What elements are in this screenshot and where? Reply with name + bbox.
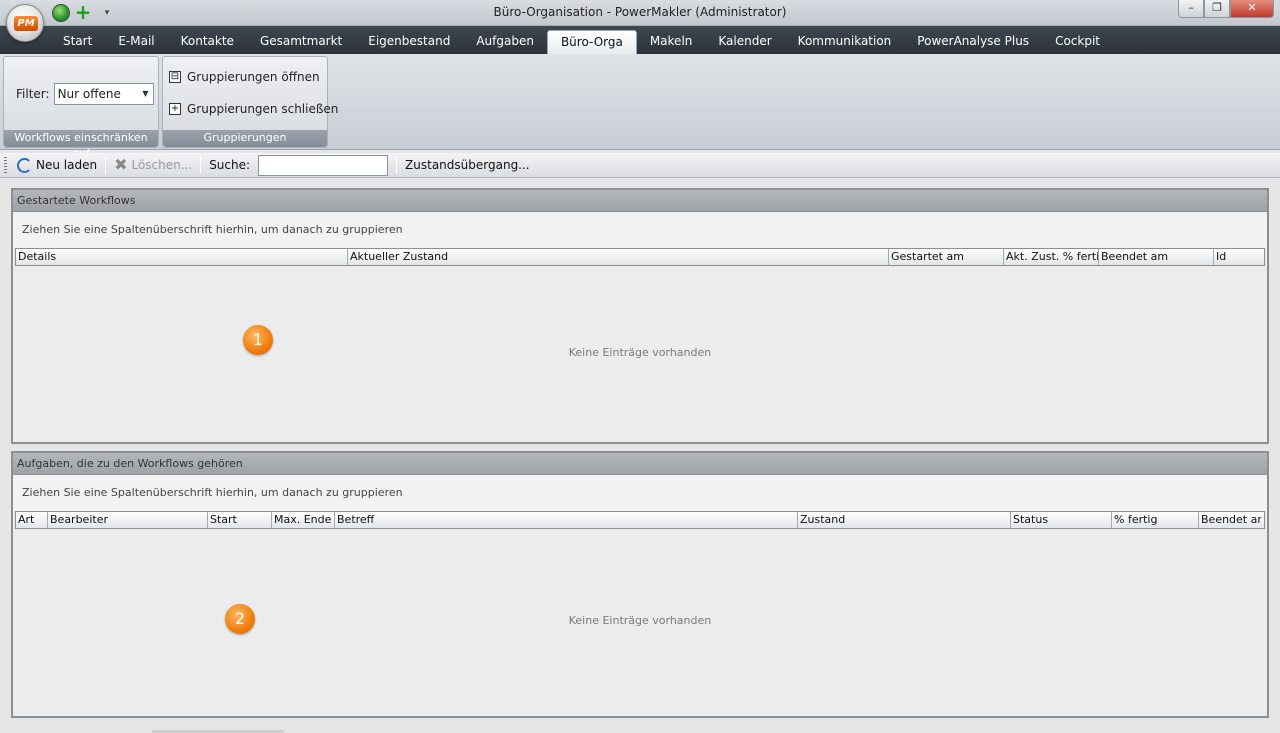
ribbon-tab-bar: Start E-Mail Kontakte Gesamtmarkt Eigenbesta… <box>0 26 1280 54</box>
filter-label: Filter: <box>16 87 50 101</box>
reload-label: Neu laden <box>36 158 98 172</box>
close-groupings-button[interactable]: + Gruppierungen schließen <box>169 102 338 116</box>
toolbar-separator <box>200 156 202 174</box>
ribbon: Filter: Nur offene ▼ Workflows einschrän… <box>0 54 1280 160</box>
tab-e-mail[interactable]: E-Mail <box>105 30 167 54</box>
column-header[interactable]: Akt. Zust. % fertig <box>1004 249 1099 265</box>
panel-title: Gestartete Workflows <box>13 190 1267 212</box>
column-header[interactable]: Betreff <box>335 512 798 528</box>
column-header[interactable]: Beendet am <box>1099 249 1214 265</box>
add-icon[interactable]: + <box>74 2 92 22</box>
state-transition-label: Zustandsübergang... <box>405 158 530 172</box>
workflows-grid-body[interactable]: 1 Keine Einträge vorhanden <box>15 266 1265 438</box>
toolbar-separator <box>396 156 398 174</box>
column-header[interactable]: Aktueller Zustand <box>348 249 889 265</box>
collapse-groups-icon: + <box>169 103 181 115</box>
tab-kontakte[interactable]: Kontakte <box>168 30 247 54</box>
filter-select[interactable]: Nur offene ▼ <box>53 83 154 105</box>
group-by-area[interactable]: Ziehen Sie eine Spaltenüberschrift hierh… <box>13 475 1267 511</box>
open-groupings-label: Gruppierungen öffnen <box>187 70 320 84</box>
column-header[interactable]: Gestartet am <box>889 249 1004 265</box>
tasks-grid-body[interactable]: 2 Keine Einträge vorhanden <box>15 529 1265 712</box>
ribbon-group-groupings: ⊟ Gruppierungen öffnen + Gruppierungen s… <box>162 56 338 148</box>
tab-aufgaben[interactable]: Aufgaben <box>463 30 547 54</box>
ribbon-group-label: Gruppierungen <box>163 130 327 147</box>
tab-gesamtmarkt[interactable]: Gesamtmarkt <box>247 30 355 54</box>
tab-start[interactable]: Start <box>50 30 105 54</box>
close-button[interactable]: ✕ <box>1230 0 1274 18</box>
ribbon-group-label: Workflows einschränken auf <box>4 130 158 160</box>
empty-message: Keine Einträge vorhanden <box>568 614 712 627</box>
window-title: Büro-Organisation - PowerMakler (Adminis… <box>493 5 787 19</box>
delete-label: Löschen... <box>131 158 193 172</box>
column-header[interactable]: Id <box>1214 249 1263 265</box>
column-header[interactable]: Beendet am <box>1199 512 1261 528</box>
state-transition-button[interactable]: Zustandsübergang... <box>401 154 534 176</box>
delete-button[interactable]: ✖ Löschen... <box>110 154 196 176</box>
tab-eigenbestand[interactable]: Eigenbestand <box>355 30 463 54</box>
column-header[interactable]: Start <box>208 512 272 528</box>
filter-row: Filter: Nur offene ▼ <box>16 83 154 105</box>
column-header[interactable]: Status <box>1011 512 1112 528</box>
group-by-area[interactable]: Ziehen Sie eine Spaltenüberschrift hierh… <box>13 212 1267 248</box>
tab-büro-orga[interactable]: Büro-Orga <box>546 30 637 54</box>
reload-button[interactable]: Neu laden <box>13 154 101 176</box>
close-groupings-label: Gruppierungen schließen <box>187 102 339 116</box>
workflows-grid-header: Details Aktueller Zustand Gestartet am Akt.… <box>15 248 1265 266</box>
customize-quick-access-icon[interactable]: ▾ <box>102 4 112 22</box>
filter-select-value: Nur offene <box>57 87 121 101</box>
ribbon-tabs: Start E-Mail Kontakte Gesamtmarkt Eigenbesta… <box>50 30 1113 54</box>
empty-message: Keine Einträge vorhanden <box>568 346 712 359</box>
column-header[interactable]: Bearbeiter <box>48 512 208 528</box>
search-group: Suche: <box>205 154 392 176</box>
title-bar: Büro-Organisation - PowerMakler (Adminis… <box>0 0 1280 26</box>
search-label: Suche: <box>209 158 251 172</box>
chevron-down-icon: ▼ <box>142 89 149 98</box>
column-header[interactable]: Details <box>16 249 348 265</box>
tab-kalender[interactable]: Kalender <box>705 30 784 54</box>
tab-makeln[interactable]: Makeln <box>637 30 706 54</box>
open-groupings-button[interactable]: ⊟ Gruppierungen öffnen <box>169 70 320 84</box>
application-menu-button[interactable]: PM <box>6 4 44 42</box>
expand-groups-icon: ⊟ <box>169 71 181 83</box>
globe-icon[interactable] <box>52 4 70 22</box>
delete-x-icon: ✖ <box>114 155 128 174</box>
tasks-grid-header: Art Bearbeiter Start Max. Ende Betreff Zustan… <box>15 511 1265 529</box>
column-header[interactable]: Art <box>16 512 48 528</box>
tab-cockpit[interactable]: Cockpit <box>1042 30 1113 54</box>
minimize-button[interactable]: – <box>1178 0 1204 18</box>
column-header[interactable]: % fertig <box>1112 512 1199 528</box>
toolbar-grip[interactable] <box>4 156 7 174</box>
search-input[interactable] <box>258 154 389 176</box>
tab-poweranalyse-plus[interactable]: PowerAnalyse Plus <box>904 30 1042 54</box>
window-controls: – ❐ ✕ <box>1178 0 1274 18</box>
column-header[interactable]: Zustand <box>798 512 1011 528</box>
quick-access-toolbar: + ▾ <box>52 2 112 24</box>
workflow-tasks-panel: Aufgaben, die zu den Workflows gehören Z… <box>11 451 1269 718</box>
panel-title: Aufgaben, die zu den Workflows gehören <box>13 453 1267 475</box>
app-logo: PM <box>14 16 38 31</box>
toolbar: Neu laden ✖ Löschen... Suche: Zustandsüb… <box>0 153 1280 178</box>
column-header[interactable]: Max. Ende <box>272 512 335 528</box>
maximize-button[interactable]: ❐ <box>1204 0 1230 18</box>
started-workflows-panel: Gestartete Workflows Ziehen Sie eine Spa… <box>11 188 1269 444</box>
status-bar <box>0 722 1280 733</box>
refresh-icon <box>17 157 32 173</box>
tab-kommunikation[interactable]: Kommunikation <box>785 30 905 54</box>
ribbon-group-filter: Filter: Nur offene ▼ Workflows einschrän… <box>3 56 159 160</box>
toolbar-separator <box>105 156 107 174</box>
